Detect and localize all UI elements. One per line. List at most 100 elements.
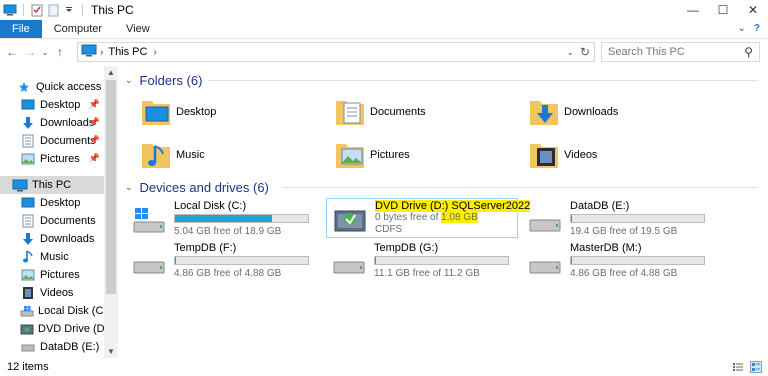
drive-name: MasterDB (M:) — [570, 242, 642, 254]
customize-toolbar-icon[interactable] — [62, 3, 76, 17]
maximize-button[interactable]: ☐ — [708, 0, 738, 20]
drive-local-disk-c[interactable]: Local Disk (C:) 5.04 GB free of 18.9 GB — [126, 198, 316, 238]
drive-usage-fill — [571, 215, 572, 222]
search-input[interactable]: Search This PC ⚲ — [601, 42, 760, 62]
scroll-up-icon[interactable]: ▲ — [107, 68, 115, 77]
tab-file[interactable]: File — [0, 20, 42, 38]
sidebar-item-videos[interactable]: Videos — [0, 284, 104, 302]
collapse-chevron-icon[interactable]: ⌄ — [125, 182, 133, 193]
item-count: 12 items — [7, 361, 49, 373]
sidebar-item-datadb-e[interactable]: DataDB (E:) — [0, 338, 104, 356]
status-bar: 12 items — [0, 358, 768, 376]
collapse-chevron-icon[interactable]: ⌄ — [125, 75, 133, 86]
sidebar-item-this-pc[interactable]: This PC — [0, 176, 104, 194]
tab-computer[interactable]: Computer — [42, 20, 114, 38]
folders-group-header[interactable]: ⌄ Folders (6) — [122, 71, 758, 89]
new-folder-icon[interactable] — [46, 3, 60, 17]
downloads-arrow-icon — [20, 231, 36, 247]
drive-free-space: 11.1 GB free of 11.2 GB — [374, 268, 480, 279]
drive-tempdb-g[interactable]: TempDB (G:) 11.1 GB free of 11.2 GB — [326, 240, 516, 280]
help-icon[interactable]: ? — [754, 23, 760, 34]
folder-desktop[interactable]: Desktop — [140, 92, 330, 132]
folder-pictures[interactable]: Pictures — [334, 135, 524, 175]
address-bar[interactable]: › This PC › ⌄ ↻ — [77, 42, 595, 62]
downloads-arrow-icon — [20, 115, 36, 131]
drive-usage-fill — [175, 215, 273, 222]
back-button[interactable]: ← — [3, 42, 21, 62]
sidebar-item-dvd-drive-d[interactable]: DVD Drive (D:) SC — [0, 320, 104, 338]
folder-documents[interactable]: Documents — [334, 92, 524, 132]
search-placeholder: Search This PC — [608, 46, 685, 58]
sidebar-item-music[interactable]: Music — [0, 248, 104, 266]
header-divider — [282, 187, 758, 188]
expand-ribbon-icon[interactable]: ⌄ — [738, 23, 746, 34]
forward-button[interactable]: → — [21, 42, 39, 62]
sidebar-scrollbar[interactable]: ▲ ▼ — [104, 66, 118, 358]
this-pc-icon — [12, 177, 28, 193]
sidebar-item-desktop-pc[interactable]: Desktop — [0, 194, 104, 212]
drive-free-space: 5.04 GB free of 18.9 GB — [174, 226, 282, 237]
drive-name: DataDB (E:) — [570, 200, 630, 212]
drive-usage-bar — [374, 256, 509, 265]
pictures-icon — [20, 267, 36, 283]
header-divider — [208, 80, 758, 81]
pin-icon: 📌 — [88, 117, 100, 127]
drive-tempdb-f[interactable]: TempDB (F:) 4.86 GB free of 4.88 GB — [126, 240, 316, 280]
sidebar-item-documents[interactable]: Documents 📌 — [0, 132, 104, 150]
navigation-bar: ← → ⌄ ↑ › This PC › ⌄ ↻ Search This PC ⚲ — [0, 40, 768, 64]
folder-downloads[interactable]: Downloads — [528, 92, 718, 132]
close-button[interactable]: ✕ — [738, 0, 768, 20]
drive-masterdb-m[interactable]: MasterDB (M:) 4.86 GB free of 4.88 GB — [522, 240, 712, 280]
sidebar-item-pictures[interactable]: Pictures 📌 — [0, 150, 104, 168]
desktop-folder-icon — [20, 97, 36, 113]
up-button[interactable]: ↑ — [51, 42, 69, 62]
tiles-view-icon[interactable] — [750, 361, 762, 373]
refresh-icon[interactable]: ↻ — [580, 45, 590, 59]
this-pc-icon — [3, 3, 17, 17]
star-icon — [16, 79, 32, 95]
this-pc-icon — [81, 44, 97, 60]
scrollbar-thumb[interactable] — [106, 80, 116, 294]
drive-free-space: 4.86 GB free of 4.88 GB — [174, 268, 282, 279]
properties-icon[interactable] — [30, 3, 44, 17]
documents-folder-icon — [334, 95, 368, 129]
scroll-down-icon[interactable]: ▼ — [107, 347, 115, 356]
details-view-icon[interactable] — [732, 361, 744, 373]
address-dropdown-icon[interactable]: ⌄ — [566, 47, 574, 58]
breadcrumb[interactable]: This PC — [108, 46, 147, 58]
drive-datadb-e[interactable]: DataDB (E:) 19.4 GB free of 19.5 GB — [522, 198, 712, 238]
drive-filesystem: CDFS — [375, 224, 403, 235]
pictures-icon — [20, 151, 36, 167]
breadcrumb-root-chevron[interactable]: › — [100, 47, 103, 58]
sidebar-item-pictures-pc[interactable]: Pictures — [0, 266, 104, 284]
navigation-pane: Quick access Desktop 📌 Downloads 📌 Docum… — [0, 66, 118, 358]
drive-free-space: 0 bytes free of 1.08 GB — [375, 212, 478, 223]
pin-icon: 📌 — [88, 135, 100, 145]
drive-dvd-d[interactable]: DVD Drive (D:) SQLServer2022 0 bytes fre… — [326, 198, 531, 238]
breadcrumb-chevron[interactable]: › — [153, 47, 156, 58]
folder-videos[interactable]: Videos — [528, 135, 718, 175]
desktop-folder-icon — [140, 95, 174, 129]
search-icon: ⚲ — [744, 45, 753, 59]
toolbar-separator — [23, 4, 24, 16]
sidebar-item-downloads[interactable]: Downloads 📌 — [0, 114, 104, 132]
sidebar-item-downloads-pc[interactable]: Downloads — [0, 230, 104, 248]
devices-group-header[interactable]: ⌄ Devices and drives (6) — [122, 178, 758, 196]
hard-drive-icon — [528, 206, 562, 234]
folder-music[interactable]: Music — [140, 135, 330, 175]
sidebar-item-documents-pc[interactable]: Documents — [0, 212, 104, 230]
drive-usage-bar — [570, 214, 705, 223]
sidebar-item-local-disk-c[interactable]: Local Disk (C:) — [0, 302, 104, 320]
sidebar-item-quick-access[interactable]: Quick access — [0, 78, 104, 96]
videos-folder-icon — [528, 138, 562, 172]
windows-drive-icon — [132, 206, 166, 234]
toolbar-separator — [82, 4, 83, 16]
music-folder-icon — [140, 138, 174, 172]
hard-drive-icon — [20, 339, 36, 355]
minimize-button[interactable]: — — [678, 0, 708, 20]
drive-name: DVD Drive (D:) SQLServer2022 — [375, 200, 531, 212]
sidebar-item-desktop[interactable]: Desktop 📌 — [0, 96, 104, 114]
tab-view[interactable]: View — [114, 20, 162, 38]
recent-locations-button[interactable]: ⌄ — [39, 42, 51, 62]
ribbon-expand: ⌄ ? — [738, 23, 761, 34]
